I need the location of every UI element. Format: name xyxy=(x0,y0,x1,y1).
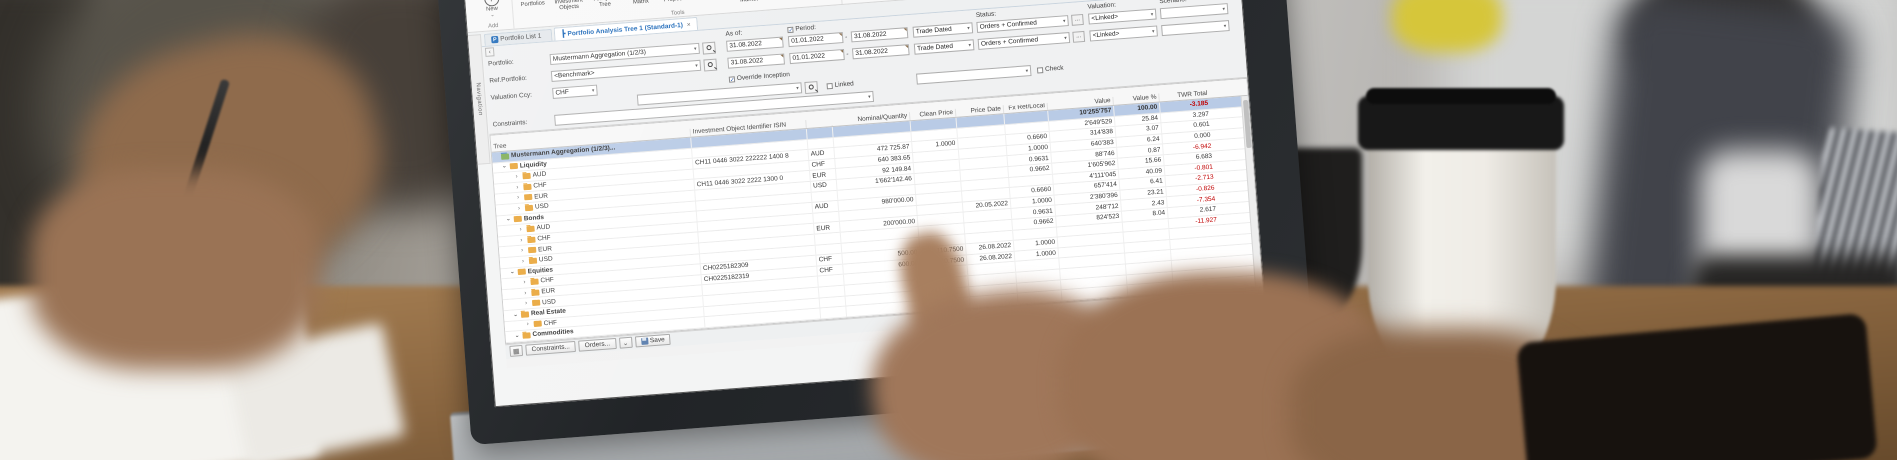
as-of-label: As of: xyxy=(725,30,742,38)
folder-icon xyxy=(518,269,526,276)
analysis-tree-tab-icon: ┣ xyxy=(561,30,566,38)
photo-scene: File Home + New ⌄ Add xyxy=(0,0,1897,460)
valuation-label: Valuation: xyxy=(1087,1,1116,10)
tree-caret-icon[interactable] xyxy=(520,237,526,243)
folder-icon xyxy=(531,289,539,296)
status-more-button[interactable]: ... xyxy=(1071,14,1084,26)
tree-caret-icon[interactable] xyxy=(521,247,527,253)
trade-dated-select-2[interactable]: Trade Dated▾ xyxy=(914,39,975,54)
folder-icon xyxy=(528,247,536,254)
ref-portfolio-label: Ref.Portfolio: xyxy=(489,75,527,85)
coffee-cup-lip xyxy=(1366,88,1556,104)
folder-icon xyxy=(530,278,538,285)
constraints-label: Constraints: xyxy=(492,119,527,129)
tree-caret-icon[interactable] xyxy=(517,195,523,201)
period-from-input[interactable]: 01.01.2022 xyxy=(788,32,844,47)
checkbox-empty-icon xyxy=(1037,67,1043,73)
valuation-select-2[interactable]: <Linked>▾ xyxy=(1089,25,1158,41)
folder-icon xyxy=(522,332,530,339)
folder-icon xyxy=(527,236,535,243)
tree-caret-icon[interactable] xyxy=(514,312,520,318)
new-button[interactable]: + New ⌄ xyxy=(474,0,510,20)
portfolio-label: Portfolio: xyxy=(488,59,514,68)
save-button[interactable]: Save xyxy=(635,334,672,348)
ribbon-button[interactable]: ❐ Portfolios xyxy=(515,0,550,9)
folder-icon xyxy=(522,173,530,180)
period-checkbox[interactable]: ✓ Period: xyxy=(787,24,816,33)
as-of-date-input[interactable]: 31.08.2022 xyxy=(726,37,784,52)
tree-caret-icon[interactable] xyxy=(515,333,521,339)
ribbon-button[interactable]: ▨ Investment Proposals xyxy=(658,0,694,4)
tree-caret-icon[interactable] xyxy=(519,226,525,232)
folder-icon xyxy=(521,311,529,318)
status-label: Status: xyxy=(976,11,997,19)
save-disk-icon xyxy=(641,338,649,346)
tree-caret-icon[interactable] xyxy=(503,164,509,170)
tree-caret-icon[interactable] xyxy=(507,217,513,223)
folder-icon xyxy=(524,194,532,201)
folder-icon xyxy=(525,205,533,212)
folder-icon xyxy=(534,321,542,328)
valuation-ccy-label: Valuation Ccy: xyxy=(490,92,532,102)
chevron-down-icon: ⌄ xyxy=(490,12,495,18)
scenario-select-2[interactable]: ▾ xyxy=(1161,20,1230,36)
ribbon-button[interactable]: ⊡ Investment Objects xyxy=(550,0,586,12)
tree-caret-icon[interactable] xyxy=(525,300,531,306)
folder-icon xyxy=(510,163,518,170)
coffee-cup-lid xyxy=(1358,96,1564,150)
left-hand-fingers xyxy=(30,170,320,370)
trade-dated-select[interactable]: Trade Dated▾ xyxy=(913,22,974,37)
tree-caret-icon[interactable] xyxy=(516,184,522,190)
tree-caret-icon[interactable] xyxy=(522,258,528,264)
ribbon-button[interactable]: ┣ Analysis Tree xyxy=(586,0,622,9)
orders-button[interactable]: Orders... xyxy=(578,338,616,352)
folder-icon xyxy=(529,257,537,264)
ribbon-button[interactable]: ▧ Overview Money Market xyxy=(730,0,766,5)
valuation-select[interactable]: <Linked>▾ xyxy=(1088,8,1157,24)
date-dash: - xyxy=(846,51,849,58)
period-from-input-2[interactable]: 01.01.2022 xyxy=(789,49,845,64)
close-icon[interactable]: × xyxy=(687,21,691,28)
checkbox-checked-icon: ✓ xyxy=(787,26,793,32)
folder-icon xyxy=(523,183,531,190)
chevron-down-icon: ▾ xyxy=(694,46,697,52)
period-to-input-2[interactable]: 31.08.2022 xyxy=(852,44,910,59)
valuation-ccy-select[interactable]: CHF▾ xyxy=(552,85,598,99)
scenario-label: Scenario: xyxy=(1159,0,1187,5)
tree-caret-icon[interactable] xyxy=(524,290,530,296)
ribbon-button[interactable]: ▦ Analysis Matrix xyxy=(622,0,658,7)
ribbon-group-add: + New ⌄ Add xyxy=(471,0,515,32)
tree-caret-icon[interactable] xyxy=(511,269,517,275)
grid-view-icon[interactable]: ▦ xyxy=(509,345,523,357)
folder-icon xyxy=(526,226,534,233)
status-select-2[interactable]: Orders + Confirmed▾ xyxy=(978,32,1071,50)
folder-icon xyxy=(514,216,522,223)
folder-icon xyxy=(501,153,509,160)
chevron-down-icon[interactable]: ⌄ xyxy=(619,337,633,349)
portfolio-tab-icon: P xyxy=(491,36,499,44)
checkbox-empty-icon xyxy=(826,82,832,88)
checkbox-checked-icon: ✓ xyxy=(729,76,735,82)
tree-caret-icon[interactable] xyxy=(518,205,524,211)
ref-portfolio-search-icon[interactable] xyxy=(703,59,717,72)
tree-caret-icon[interactable] xyxy=(523,279,529,285)
as-of-date-input-2[interactable]: 31.08.2022 xyxy=(727,53,785,68)
date-dash: - xyxy=(845,34,848,41)
tree-caret-icon[interactable] xyxy=(527,321,533,327)
check-select[interactable]: ▾ xyxy=(916,65,1032,85)
linked-search-icon[interactable] xyxy=(804,81,818,94)
yellow-mug xyxy=(1392,0,1502,52)
ribbon-group-label-add: Add xyxy=(488,22,499,31)
scrollbar-thumb[interactable] xyxy=(1243,100,1252,148)
tree-caret-icon[interactable] xyxy=(515,174,521,180)
linked-checkbox[interactable]: Linked xyxy=(826,80,854,89)
scenario-select[interactable]: ▾ xyxy=(1160,3,1229,19)
status-more-button-2[interactable]: ... xyxy=(1072,31,1085,43)
period-to-input[interactable]: 31.08.2022 xyxy=(851,27,909,42)
collapse-panel-icon[interactable]: ‹ xyxy=(485,47,495,57)
check-checkbox[interactable]: Check xyxy=(1037,65,1064,74)
folder-icon xyxy=(532,300,540,307)
override-inception-checkbox[interactable]: ✓ Override Inception xyxy=(729,71,790,83)
portfolio-search-icon[interactable] xyxy=(702,42,716,55)
